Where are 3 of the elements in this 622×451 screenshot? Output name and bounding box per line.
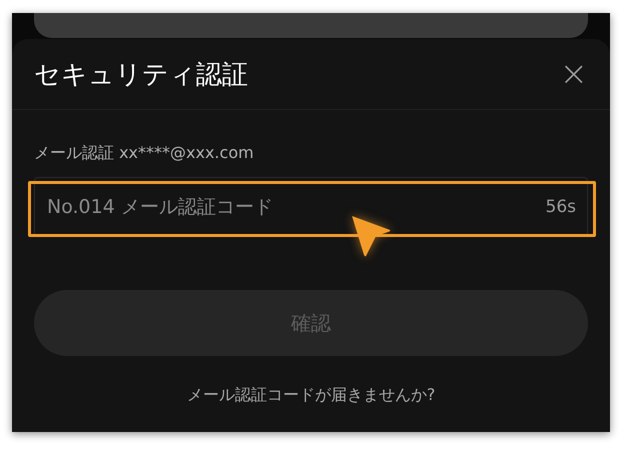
email-label: メール認証 xx****@xxx.com [34,143,255,163]
countdown-timer: 56s [546,196,576,218]
dialog-title: セキュリティ認証 [34,58,248,92]
